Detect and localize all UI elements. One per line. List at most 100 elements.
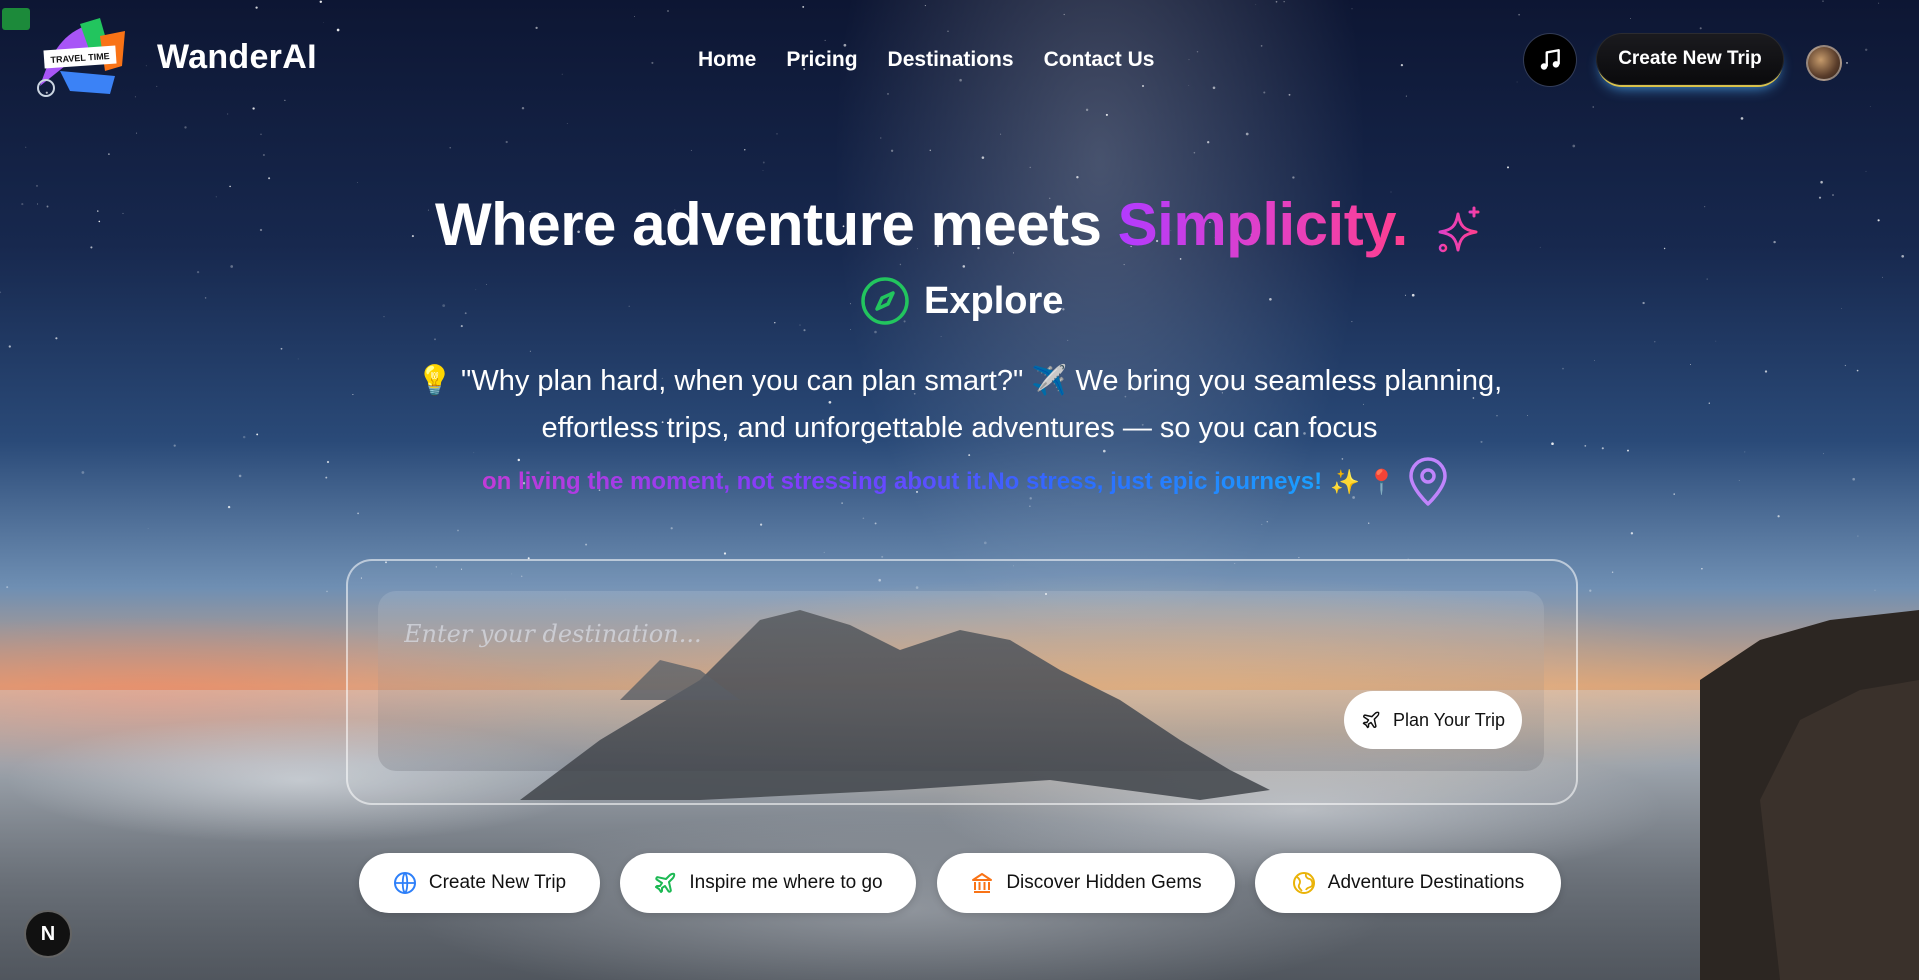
- star: [962, 265, 966, 268]
- star: [762, 161, 765, 164]
- star: [1630, 532, 1634, 535]
- star: [442, 304, 446, 307]
- star: [1630, 18, 1631, 20]
- map-pin-icon: [1408, 457, 1447, 506]
- star: [1611, 571, 1614, 574]
- star: [1085, 108, 1089, 112]
- star: [284, 99, 286, 101]
- star: [981, 156, 985, 159]
- star: [25, 146, 27, 148]
- star: [529, 350, 531, 352]
- nav-contact-us[interactable]: Contact Us: [1044, 48, 1155, 72]
- star: [434, 338, 436, 341]
- destination-input[interactable]: [402, 615, 1306, 653]
- star: [628, 305, 630, 307]
- star: [1516, 81, 1518, 83]
- star: [1572, 144, 1576, 148]
- star: [184, 126, 187, 129]
- travel-logo[interactable]: TRAVEL TIME: [30, 16, 134, 100]
- star: [828, 400, 832, 404]
- star: [473, 452, 475, 454]
- star: [947, 30, 949, 32]
- star: [464, 312, 467, 315]
- star: [1857, 535, 1859, 537]
- star: [776, 133, 778, 135]
- nav-home[interactable]: Home: [698, 48, 756, 72]
- hero-gradient-tagline: on living the moment, not stressing abou…: [482, 468, 1323, 495]
- star: [1000, 133, 1002, 135]
- star: [744, 149, 746, 151]
- star: [505, 140, 508, 144]
- star: [1363, 403, 1364, 405]
- quick-action-adventure-destinations[interactable]: Adventure Destinations: [1255, 853, 1561, 913]
- star: [1269, 298, 1272, 301]
- star: [1740, 117, 1744, 120]
- star: [1266, 521, 1268, 523]
- star: [147, 528, 149, 529]
- quick-action-label: Create New Trip: [428, 872, 567, 893]
- star: [1245, 132, 1249, 136]
- star: [924, 5, 926, 7]
- star: [204, 297, 207, 299]
- star: [566, 122, 568, 124]
- star: [1744, 451, 1746, 453]
- plane-icon: [1362, 711, 1380, 729]
- brand-name[interactable]: WanderAI: [157, 38, 317, 77]
- user-avatar[interactable]: [1806, 45, 1842, 81]
- star: [535, 26, 538, 30]
- star: [823, 551, 825, 553]
- star: [1627, 449, 1629, 452]
- quick-action-discover-hidden-gems[interactable]: Discover Hidden Gems: [937, 853, 1235, 913]
- star: [849, 329, 851, 331]
- quick-action-inspire-me[interactable]: Inspire me where to go: [620, 853, 916, 913]
- star: [521, 106, 525, 110]
- star: [1820, 180, 1823, 184]
- quick-action-label: Adventure Destinations: [1327, 872, 1525, 893]
- explore-row: Explore: [860, 276, 1063, 326]
- star: [887, 93, 889, 95]
- star: [1103, 449, 1106, 453]
- star: [1882, 276, 1884, 278]
- star: [1654, 341, 1656, 343]
- star: [1067, 339, 1069, 341]
- globe-icon: [393, 872, 416, 894]
- star: [280, 347, 283, 350]
- plan-your-trip-button[interactable]: Plan Your Trip: [1344, 691, 1522, 749]
- star: [1642, 301, 1645, 305]
- star: [774, 322, 776, 324]
- star: [874, 522, 877, 525]
- star: [1292, 176, 1295, 179]
- nav-destinations[interactable]: Destinations: [888, 48, 1014, 72]
- dev-tools-badge[interactable]: N: [24, 910, 72, 958]
- quick-action-create-new-trip[interactable]: Create New Trip: [359, 853, 600, 913]
- star: [336, 28, 340, 32]
- star: [1852, 477, 1856, 481]
- star: [874, 330, 877, 334]
- star: [690, 149, 692, 151]
- create-new-trip-header-button[interactable]: Create New Trip: [1596, 33, 1784, 85]
- star: [1869, 106, 1871, 108]
- star: [1188, 59, 1190, 61]
- star: [449, 147, 451, 149]
- window-badge-icon: [2, 8, 30, 30]
- star: [1865, 170, 1867, 172]
- star: [1404, 294, 1407, 296]
- star: [81, 471, 85, 474]
- main-nav: Home Pricing Destinations Contact Us: [698, 48, 1154, 72]
- hero-description-line-2: effortless trips, and unforgettable adve…: [541, 412, 1378, 444]
- star: [1405, 95, 1407, 97]
- nav-pricing[interactable]: Pricing: [786, 48, 857, 72]
- star: [297, 358, 299, 360]
- star: [1193, 151, 1196, 154]
- star: [1141, 84, 1145, 88]
- star: [1878, 2, 1880, 4]
- star: [1400, 63, 1404, 67]
- star: [881, 555, 884, 558]
- hero-line1-rest: We bring you seamless planning,: [1075, 365, 1503, 397]
- music-toggle-button[interactable]: [1524, 34, 1576, 86]
- star: [1105, 113, 1108, 116]
- star: [6, 586, 9, 589]
- star: [323, 22, 325, 23]
- star: [1584, 445, 1587, 447]
- star: [0, 291, 2, 294]
